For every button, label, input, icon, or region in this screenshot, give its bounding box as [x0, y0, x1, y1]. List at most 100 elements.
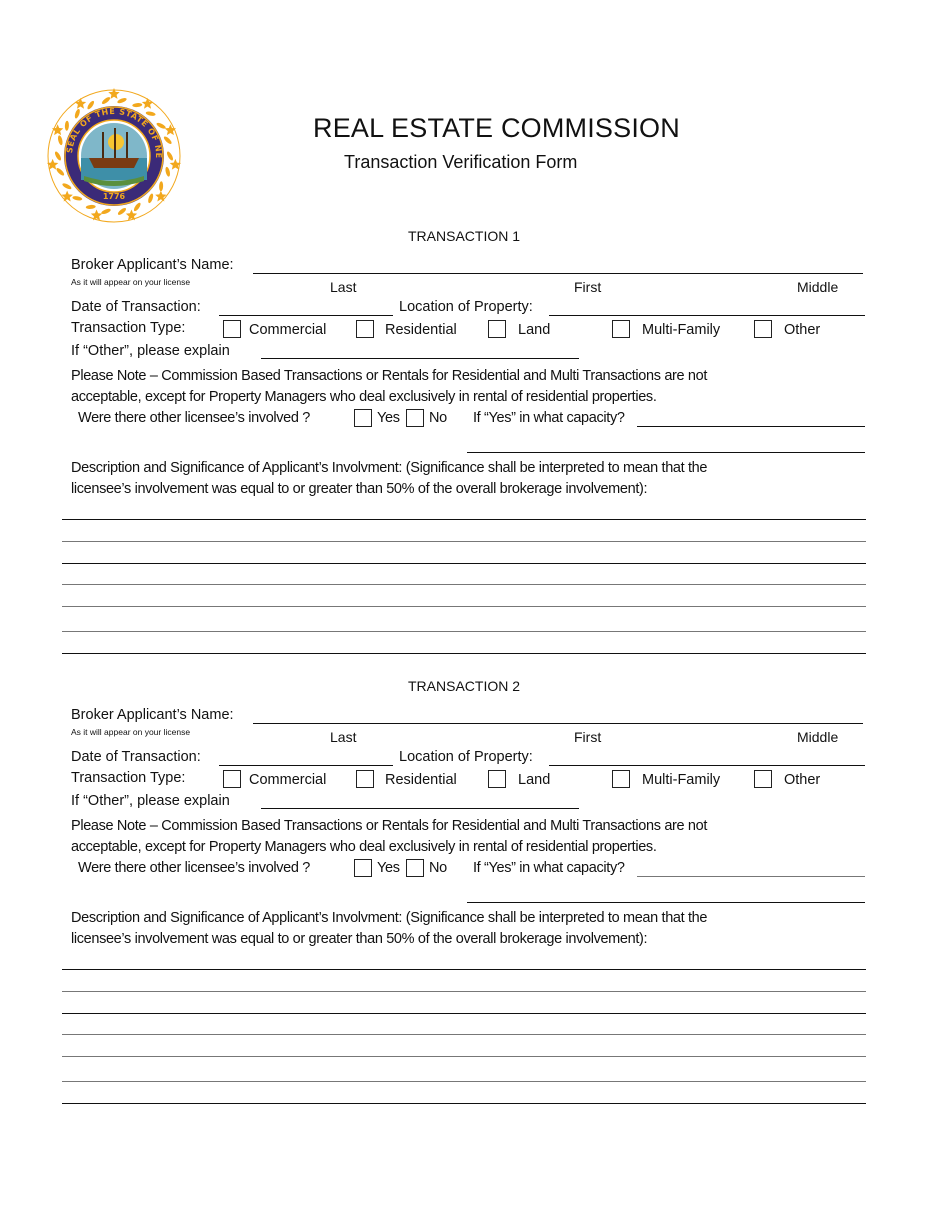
type-residential-checkbox[interactable] [356, 770, 374, 788]
description-rule [62, 1056, 866, 1057]
description-rule [62, 519, 866, 520]
other-explain-label: If “Other”, please explain [71, 343, 230, 359]
capacity-underline-1 [637, 426, 865, 427]
location-input[interactable] [552, 298, 862, 316]
description-rule [62, 653, 866, 654]
wreath-leaf-icon [148, 193, 154, 204]
date-underline [219, 315, 393, 316]
other-explain-underline [261, 808, 579, 809]
type-land-label: Land [518, 772, 551, 788]
wreath-leaf-icon [166, 151, 174, 161]
wreath-leaf-icon [163, 136, 172, 144]
other-licensee-no-checkbox[interactable] [406, 859, 424, 877]
wreath-star-icon [155, 190, 167, 202]
description-line-2: licensee’s involvement was equal to or g… [71, 481, 648, 497]
name-part-first: First [574, 279, 602, 295]
other-explain-input[interactable] [264, 341, 576, 359]
capacity-label: If “Yes” in what capacity? [473, 860, 625, 876]
other-licensee-label: Were there other licensee’s involved ? [78, 410, 310, 426]
other-licensee-yes-label: Yes [377, 860, 400, 876]
type-other-label: Other [784, 772, 821, 788]
other-licensee-no-label: No [429, 410, 447, 426]
page-title: REAL ESTATE COMMISSION [313, 113, 680, 143]
wreath-leaf-icon [101, 97, 111, 105]
capacity-input-2[interactable] [470, 885, 862, 903]
capacity-underline-1 [637, 876, 865, 877]
location-underline [549, 315, 865, 316]
wreath-leaf-icon [159, 181, 164, 192]
type-commercial-label: Commercial [249, 772, 327, 788]
description-rule [62, 631, 866, 632]
broker-name-hint: As it will appear on your license [71, 277, 191, 287]
transaction-type-label: Transaction Type: [71, 770, 186, 786]
transaction-type-label: Transaction Type: [71, 320, 186, 336]
name-part-first: First [574, 729, 602, 745]
other-licensee-yes-checkbox[interactable] [354, 859, 372, 877]
broker-name-input[interactable] [256, 706, 860, 724]
date-input[interactable] [222, 298, 390, 316]
type-land-checkbox[interactable] [488, 770, 506, 788]
wreath-star-icon [141, 97, 154, 109]
note-line-1: Please Note – Commission Based Transacti… [71, 818, 708, 834]
type-multifamily-checkbox[interactable] [612, 320, 630, 338]
location-input[interactable] [552, 748, 862, 766]
broker-name-label: Broker Applicant’s Name: [71, 707, 234, 723]
type-commercial-checkbox[interactable] [223, 770, 241, 788]
type-residential-checkbox[interactable] [356, 320, 374, 338]
other-licensee-label: Were there other licensee’s involved ? [78, 860, 310, 876]
other-licensee-no-checkbox[interactable] [406, 409, 424, 427]
wreath-leaf-icon [72, 196, 83, 201]
other-explain-underline [261, 358, 579, 359]
type-multifamily-checkbox[interactable] [612, 770, 630, 788]
description-rule [62, 1081, 866, 1082]
wreath-leaf-icon [64, 120, 69, 131]
description-line-1: Description and Significance of Applican… [71, 460, 708, 476]
description-rule [62, 563, 866, 564]
wreath-leaf-icon [117, 207, 127, 215]
description-rule [62, 541, 866, 542]
capacity-label: If “Yes” in what capacity? [473, 410, 625, 426]
wreath-leaf-icon [132, 103, 143, 108]
wreath-leaf-icon [145, 111, 156, 116]
location-label: Location of Property: [399, 749, 533, 765]
capacity-input-1[interactable] [640, 409, 862, 427]
wreath-leaf-icon [165, 166, 171, 177]
date-underline [219, 765, 393, 766]
broker-name-underline [253, 723, 863, 724]
wreath-star-icon [61, 190, 73, 202]
description-line-2: licensee’s involvement was equal to or g… [71, 931, 648, 947]
type-multifamily-label: Multi-Family [642, 772, 721, 788]
wreath-leaf-icon [62, 183, 72, 190]
description-rule [62, 1034, 866, 1035]
capacity-input-2[interactable] [470, 435, 862, 453]
type-residential-label: Residential [385, 772, 457, 788]
date-label: Date of Transaction: [71, 749, 201, 765]
other-explain-label: If “Other”, please explain [71, 793, 230, 809]
description-rule [62, 606, 866, 607]
type-commercial-checkbox[interactable] [223, 320, 241, 338]
wreath-leaf-icon [54, 151, 62, 161]
location-label: Location of Property: [399, 299, 533, 315]
wreath-leaf-icon [56, 168, 65, 176]
wreath-star-icon [74, 97, 87, 109]
capacity-input-1[interactable] [640, 859, 862, 877]
broker-name-input[interactable] [256, 256, 860, 274]
type-other-checkbox[interactable] [754, 770, 772, 788]
other-licensee-yes-checkbox[interactable] [354, 409, 372, 427]
transaction-heading: TRANSACTION 1 [408, 228, 521, 244]
location-underline [549, 765, 865, 766]
description-rule [62, 1103, 866, 1104]
wreath-leaf-icon [101, 208, 111, 215]
description-rule [62, 991, 866, 992]
type-other-checkbox[interactable] [754, 320, 772, 338]
note-line-2: acceptable, except for Property Managers… [71, 839, 657, 855]
description-line-1: Description and Significance of Applican… [71, 910, 708, 926]
other-explain-input[interactable] [264, 791, 576, 809]
note-line-2: acceptable, except for Property Managers… [71, 389, 657, 405]
type-land-checkbox[interactable] [488, 320, 506, 338]
description-rule [62, 584, 866, 585]
broker-name-label: Broker Applicant’s Name: [71, 257, 234, 273]
name-part-last: Last [330, 729, 357, 745]
date-input[interactable] [222, 748, 390, 766]
page-subtitle: Transaction Verification Form [344, 152, 578, 172]
